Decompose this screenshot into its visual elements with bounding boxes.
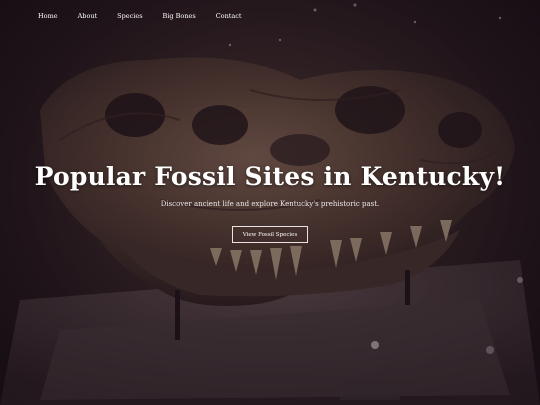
nav-link-contact[interactable]: Contact [216, 12, 242, 20]
hero-title: Popular Fossil Sites in Kentucky! [34, 162, 506, 191]
top-navbar: Home About Species Big Bones Contact [0, 0, 540, 32]
hero-section: Home About Species Big Bones Contact Pop… [0, 0, 540, 405]
nav-link-home[interactable]: Home [38, 12, 58, 20]
nav-link-big-bones[interactable]: Big Bones [163, 12, 196, 20]
nav-link-species[interactable]: Species [117, 12, 142, 20]
hero-subtitle: Discover ancient life and explore Kentuc… [160, 200, 380, 208]
nav-link-about[interactable]: About [78, 12, 98, 20]
view-fossil-species-button[interactable]: View Fossil Species [232, 226, 308, 243]
